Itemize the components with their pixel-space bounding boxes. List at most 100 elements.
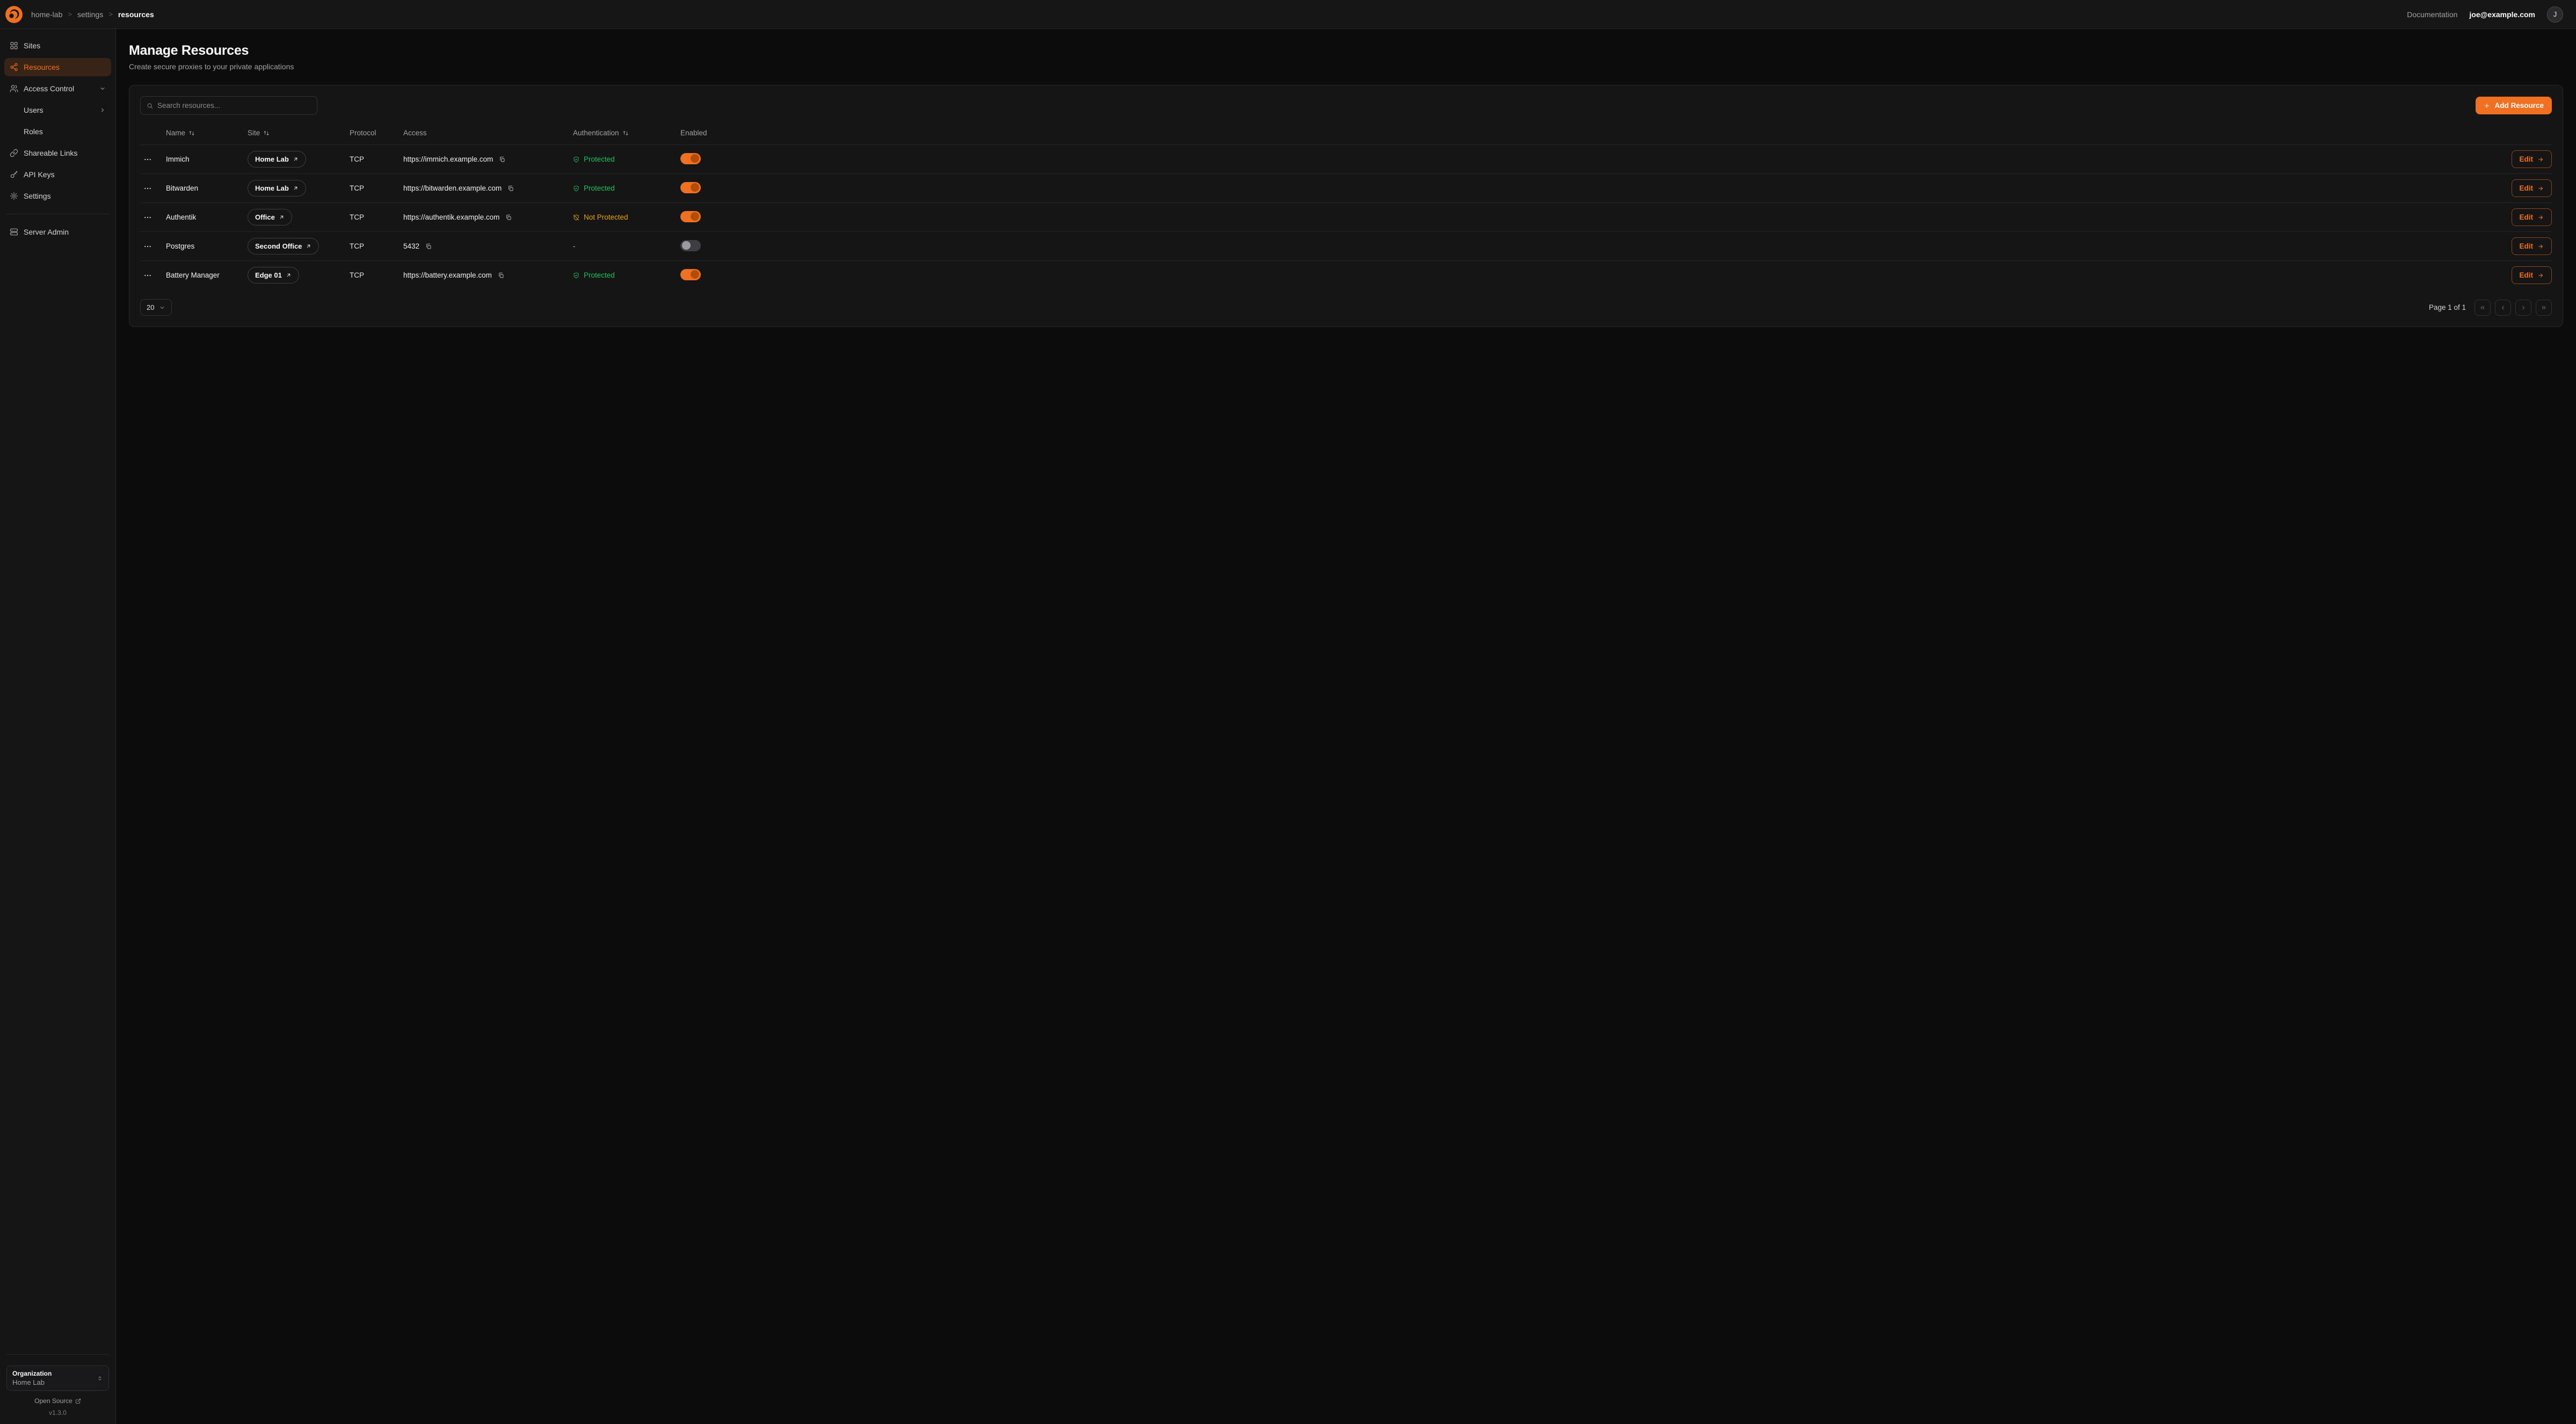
- auth-label: Protected: [584, 271, 615, 279]
- app-version: v1.3.0: [4, 1409, 111, 1416]
- column-header-authentication[interactable]: Authentication: [573, 129, 680, 137]
- shield-check-icon: [573, 272, 579, 279]
- column-header-site[interactable]: Site: [248, 129, 350, 137]
- copy-button[interactable]: [506, 184, 515, 193]
- resource-access: https://bitwarden.example.com: [403, 184, 502, 192]
- sidebar-item-resources[interactable]: Resources: [4, 58, 111, 76]
- resource-protocol: TCP: [350, 271, 403, 279]
- site-link[interactable]: Edge 01: [248, 267, 299, 284]
- breadcrumb-resources[interactable]: resources: [118, 10, 154, 19]
- organization-value: Home Lab: [12, 1378, 52, 1386]
- edit-button[interactable]: Edit: [2512, 237, 2552, 255]
- sidebar-item-access-control[interactable]: Access Control: [4, 79, 111, 98]
- row-menu-button[interactable]: [140, 153, 155, 166]
- column-header-name[interactable]: Name: [166, 129, 248, 137]
- resource-name: Battery Manager: [166, 271, 248, 279]
- sidebar-item-shareable-links[interactable]: Shareable Links: [4, 144, 111, 162]
- toggle-knob: [691, 270, 699, 279]
- resources-toolbar: Add Resource: [140, 96, 2552, 115]
- sidebar-item-settings[interactable]: Settings: [4, 187, 111, 205]
- sidebar-item-roles[interactable]: Roles: [4, 122, 111, 141]
- ellipsis-icon: [143, 155, 152, 164]
- column-label: Access: [403, 129, 427, 137]
- site-link[interactable]: Home Lab: [248, 180, 306, 197]
- sidebar-item-label: Resources: [24, 63, 60, 71]
- edit-label: Edit: [2520, 271, 2534, 279]
- main-content: Manage Resources Create secure proxies t…: [116, 29, 2576, 1424]
- chevrons-left-icon: [2479, 304, 2486, 311]
- enabled-toggle[interactable]: [680, 211, 701, 222]
- site-name: Second Office: [255, 242, 302, 250]
- site-link[interactable]: Second Office: [248, 238, 319, 255]
- enabled-toggle[interactable]: [680, 269, 701, 280]
- shield-check-icon: [573, 156, 579, 163]
- auth-badge: Protected: [573, 271, 680, 279]
- copy-icon: [498, 272, 504, 279]
- enabled-toggle[interactable]: [680, 240, 701, 251]
- resource-table-body: Immich Home Lab TCP https://immich.examp…: [140, 144, 2552, 289]
- edit-button[interactable]: Edit: [2512, 208, 2552, 226]
- search-box[interactable]: [140, 96, 317, 115]
- shield-check-icon: [573, 185, 579, 192]
- sidebar-item-sites[interactable]: Sites: [4, 37, 111, 55]
- row-menu-button[interactable]: [140, 211, 155, 224]
- auth-badge: Protected: [573, 155, 680, 163]
- sidebar-item-label: Users: [24, 106, 43, 114]
- copy-button[interactable]: [497, 271, 505, 280]
- enabled-toggle[interactable]: [680, 153, 701, 164]
- resource-protocol: TCP: [350, 242, 403, 250]
- site-link[interactable]: Office: [248, 209, 292, 226]
- first-page-button[interactable]: [2475, 300, 2491, 316]
- open-source-label: Open Source: [34, 1397, 72, 1405]
- sidebar-item-api-keys[interactable]: API Keys: [4, 165, 111, 184]
- open-source-link[interactable]: Open Source: [4, 1397, 111, 1405]
- sidebar-item-users[interactable]: Users: [4, 101, 111, 119]
- page-size-select[interactable]: 20: [140, 299, 172, 316]
- search-input[interactable]: [157, 101, 311, 110]
- documentation-link[interactable]: Documentation: [2407, 10, 2457, 19]
- sidebar-item-label: Settings: [24, 192, 51, 200]
- user-email[interactable]: joe@example.com: [2469, 10, 2535, 19]
- row-menu-button[interactable]: [140, 269, 155, 282]
- table-row: Immich Home Lab TCP https://immich.examp…: [140, 144, 2552, 173]
- add-resource-button[interactable]: Add Resource: [2476, 97, 2552, 114]
- shield-off-icon: [573, 214, 579, 221]
- resource-protocol: TCP: [350, 213, 403, 221]
- ellipsis-icon: [143, 271, 152, 280]
- resource-name: Immich: [166, 155, 248, 163]
- avatar[interactable]: J: [2547, 6, 2563, 23]
- breadcrumb-org[interactable]: home-lab: [31, 10, 62, 19]
- sort-icon: [622, 130, 629, 136]
- organization-selector[interactable]: Organization Home Lab: [6, 1365, 109, 1391]
- enabled-toggle[interactable]: [680, 182, 701, 193]
- breadcrumb-settings[interactable]: settings: [77, 10, 103, 19]
- sidebar-item-server-admin[interactable]: Server Admin: [4, 223, 111, 241]
- table-row: Postgres Second Office TCP 5432: [140, 231, 2552, 260]
- previous-page-button[interactable]: [2495, 300, 2511, 316]
- row-menu-button[interactable]: [140, 240, 155, 253]
- chevron-down-icon: [159, 304, 165, 311]
- chevron-right-icon: [99, 107, 106, 113]
- key-icon: [10, 170, 18, 179]
- last-page-button[interactable]: [2536, 300, 2552, 316]
- plus-icon: [2484, 103, 2490, 109]
- row-menu-button[interactable]: [140, 182, 155, 195]
- page-info: Page 1 of 1: [2429, 303, 2466, 311]
- column-label: Site: [248, 129, 260, 137]
- copy-button[interactable]: [424, 242, 433, 251]
- auth-label: -: [573, 242, 576, 250]
- site-link[interactable]: Home Lab: [248, 151, 306, 168]
- external-link-icon: [75, 1398, 81, 1404]
- app-logo[interactable]: [5, 6, 23, 23]
- sidebar-nav: Sites Resources Access Control Users Rol…: [4, 37, 111, 241]
- copy-button[interactable]: [504, 213, 513, 222]
- chevrons-up-down-icon: [97, 1375, 103, 1382]
- table-header: Name Site Protocol Access Authentication: [140, 126, 2552, 144]
- edit-button[interactable]: Edit: [2512, 150, 2552, 168]
- edit-button[interactable]: Edit: [2512, 266, 2552, 284]
- next-page-button[interactable]: [2515, 300, 2531, 316]
- edit-button[interactable]: Edit: [2512, 179, 2552, 197]
- arrow-up-right-icon: [279, 214, 285, 220]
- resource-name: Authentik: [166, 213, 248, 221]
- copy-button[interactable]: [498, 155, 506, 164]
